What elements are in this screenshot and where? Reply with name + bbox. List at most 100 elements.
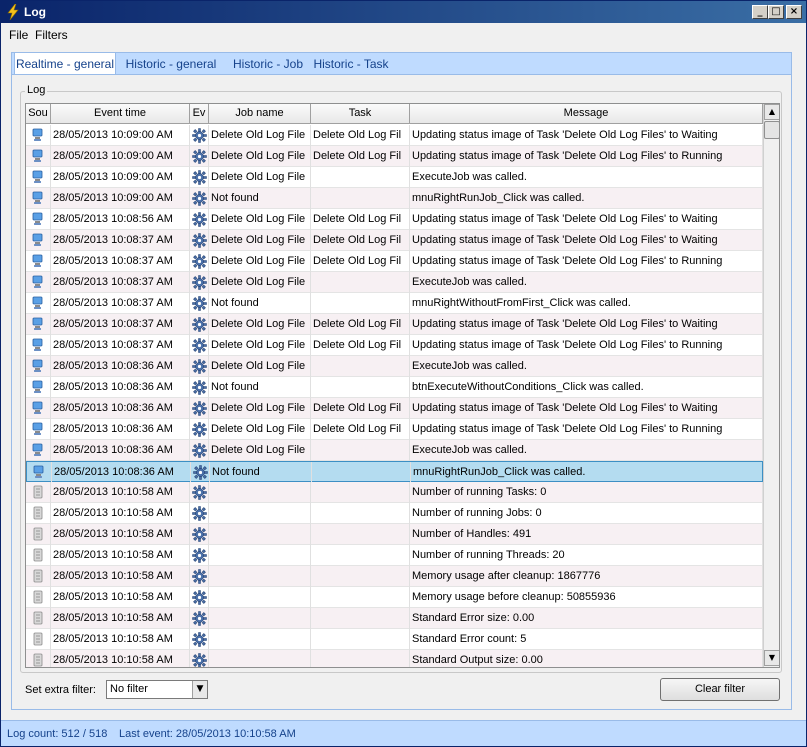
chevron-down-icon[interactable]: ▼: [192, 681, 207, 698]
column-header-task[interactable]: Task: [311, 104, 410, 124]
gear-icon: [192, 380, 207, 395]
server-icon: [32, 527, 44, 541]
table-row[interactable]: 28/05/2013 10:10:58 AM Number of running …: [26, 482, 763, 503]
close-button[interactable]: ×: [786, 5, 802, 19]
client-computer-icon: [32, 317, 44, 331]
message-cell: mnuRightRunJob_Click was called.: [411, 462, 764, 483]
client-computer-icon: [32, 275, 44, 289]
message-cell: Number of running Jobs: 0: [410, 503, 763, 524]
event-cell: [190, 272, 209, 293]
task-cell: [311, 482, 410, 503]
table-row[interactable]: 28/05/2013 10:08:36 AM Delete Old Log Fil…: [26, 398, 763, 419]
title-bar[interactable]: Log _ □ ×: [1, 1, 806, 23]
message-cell: Updating status image of Task 'Delete Ol…: [410, 314, 763, 335]
tab-historic-general[interactable]: Historic - general: [122, 53, 220, 75]
event-time-cell: 28/05/2013 10:09:00 AM: [51, 125, 190, 146]
table-row[interactable]: 28/05/2013 10:09:00 AM Delete Old Log Fil…: [26, 167, 763, 188]
message-cell: Number of running Tasks: 0: [410, 482, 763, 503]
table-row[interactable]: 28/05/2013 10:10:58 AM Memory usage after…: [26, 566, 763, 587]
scroll-down-icon[interactable]: ▼: [764, 650, 779, 666]
event-cell: [190, 419, 209, 440]
client-computer-icon: [32, 149, 44, 163]
gear-icon: [192, 338, 207, 353]
table-row[interactable]: 28/05/2013 10:09:00 AM Delete Old Log Fil…: [26, 125, 763, 146]
event-cell: [190, 125, 209, 146]
table-row[interactable]: 28/05/2013 10:10:58 AM Number of Handles:…: [26, 524, 763, 545]
source-cell: [26, 335, 51, 356]
job-name-cell: [209, 587, 311, 608]
vertical-scrollbar[interactable]: ▲ ▼: [763, 104, 779, 667]
table-row[interactable]: 28/05/2013 10:10:58 AM Standard Error siz…: [26, 608, 763, 629]
event-cell: [190, 566, 209, 587]
tab-historic-job[interactable]: Historic - Job: [224, 53, 312, 75]
table-row[interactable]: 28/05/2013 10:08:36 AM Not found btnExecut…: [26, 377, 763, 398]
gear-icon: [192, 149, 207, 164]
table-row[interactable]: 28/05/2013 10:10:58 AM Standard Output si…: [26, 650, 763, 667]
message-cell: Updating status image of Task 'Delete Ol…: [410, 335, 763, 356]
table-row[interactable]: 28/05/2013 10:10:58 AM Number of running …: [26, 545, 763, 566]
log-group-title: Log: [25, 84, 48, 96]
table-row[interactable]: 28/05/2013 10:08:36 AM Delete Old Log Fil…: [26, 356, 763, 377]
event-time-cell: 28/05/2013 10:08:37 AM: [51, 230, 190, 251]
event-cell: [190, 167, 209, 188]
table-row[interactable]: 28/05/2013 10:08:56 AM Delete Old Log Fil…: [26, 209, 763, 230]
column-header-event-time[interactable]: Event time: [51, 104, 190, 124]
menu-filters[interactable]: Filters: [35, 28, 68, 42]
job-name-cell: [209, 629, 311, 650]
table-row[interactable]: 28/05/2013 10:09:00 AM Delete Old Log Fil…: [26, 146, 763, 167]
event-cell: [190, 524, 209, 545]
scroll-thumb[interactable]: [764, 121, 779, 139]
table-row[interactable]: 28/05/2013 10:08:37 AM Delete Old Log Fil…: [26, 251, 763, 272]
table-row[interactable]: 28/05/2013 10:10:58 AM Standard Error cou…: [26, 629, 763, 650]
table-row[interactable]: 28/05/2013 10:08:37 AM Delete Old Log Fil…: [26, 335, 763, 356]
table-row[interactable]: 28/05/2013 10:08:36 AM Delete Old Log Fil…: [26, 440, 763, 461]
maximize-button[interactable]: □: [768, 5, 784, 19]
source-cell: [26, 377, 51, 398]
message-cell: Updating status image of Task 'Delete Ol…: [410, 419, 763, 440]
source-cell: [26, 209, 51, 230]
column-header-message[interactable]: Message: [410, 104, 763, 124]
tab-historic-task[interactable]: Historic - Task: [308, 53, 394, 75]
log-grid[interactable]: Sou Event time Ev Job name Task Message …: [25, 103, 780, 668]
clear-filter-button[interactable]: Clear filter: [660, 678, 780, 701]
column-header-source[interactable]: Sou: [26, 104, 51, 124]
client-computer-icon: [32, 401, 44, 415]
table-row[interactable]: 28/05/2013 10:10:58 AM Number of running …: [26, 503, 763, 524]
scroll-up-icon[interactable]: ▲: [764, 104, 779, 120]
extra-filter-label: Set extra filter:: [25, 684, 96, 696]
gear-icon: [192, 632, 207, 647]
job-name-cell: Delete Old Log File: [209, 356, 311, 377]
table-row[interactable]: 28/05/2013 10:08:37 AM Not found mnuRightW…: [26, 293, 763, 314]
gear-icon: [192, 128, 207, 143]
table-row[interactable]: 28/05/2013 10:08:36 AM Not found mnuRightR…: [26, 461, 764, 483]
source-cell: [26, 293, 51, 314]
message-cell: Standard Output size: 0.00: [410, 650, 763, 667]
table-row[interactable]: 28/05/2013 10:09:00 AM Not found mnuRightR…: [26, 188, 763, 209]
tab-realtime-general[interactable]: Realtime - general: [14, 52, 116, 75]
event-time-cell: 28/05/2013 10:10:58 AM: [51, 608, 190, 629]
event-time-cell: 28/05/2013 10:10:58 AM: [51, 524, 190, 545]
source-cell: [26, 125, 51, 146]
message-cell: Updating status image of Task 'Delete Ol…: [410, 251, 763, 272]
table-row[interactable]: 28/05/2013 10:10:58 AM Memory usage befor…: [26, 587, 763, 608]
minimize-button[interactable]: _: [752, 5, 768, 19]
client-computer-icon: [32, 338, 44, 352]
task-cell: [311, 188, 410, 209]
job-name-cell: [209, 650, 311, 667]
event-time-cell: 28/05/2013 10:08:36 AM: [51, 440, 190, 461]
source-cell: [26, 482, 51, 503]
menu-file[interactable]: File: [9, 28, 28, 42]
gear-icon: [192, 212, 207, 227]
column-header-event[interactable]: Ev: [190, 104, 209, 124]
last-event: Last event: 28/05/2013 10:10:58 AM: [119, 728, 296, 740]
table-row[interactable]: 28/05/2013 10:08:37 AM Delete Old Log Fil…: [26, 230, 763, 251]
event-time-cell: 28/05/2013 10:08:37 AM: [51, 272, 190, 293]
table-row[interactable]: 28/05/2013 10:08:36 AM Delete Old Log Fil…: [26, 419, 763, 440]
source-cell: [26, 398, 51, 419]
table-row[interactable]: 28/05/2013 10:08:37 AM Delete Old Log Fil…: [26, 272, 763, 293]
table-row[interactable]: 28/05/2013 10:08:37 AM Delete Old Log Fil…: [26, 314, 763, 335]
event-time-cell: 28/05/2013 10:08:37 AM: [51, 293, 190, 314]
extra-filter-select[interactable]: No filter ▼: [106, 680, 208, 699]
column-header-job-name[interactable]: Job name: [209, 104, 311, 124]
client-computer-icon: [33, 465, 45, 479]
